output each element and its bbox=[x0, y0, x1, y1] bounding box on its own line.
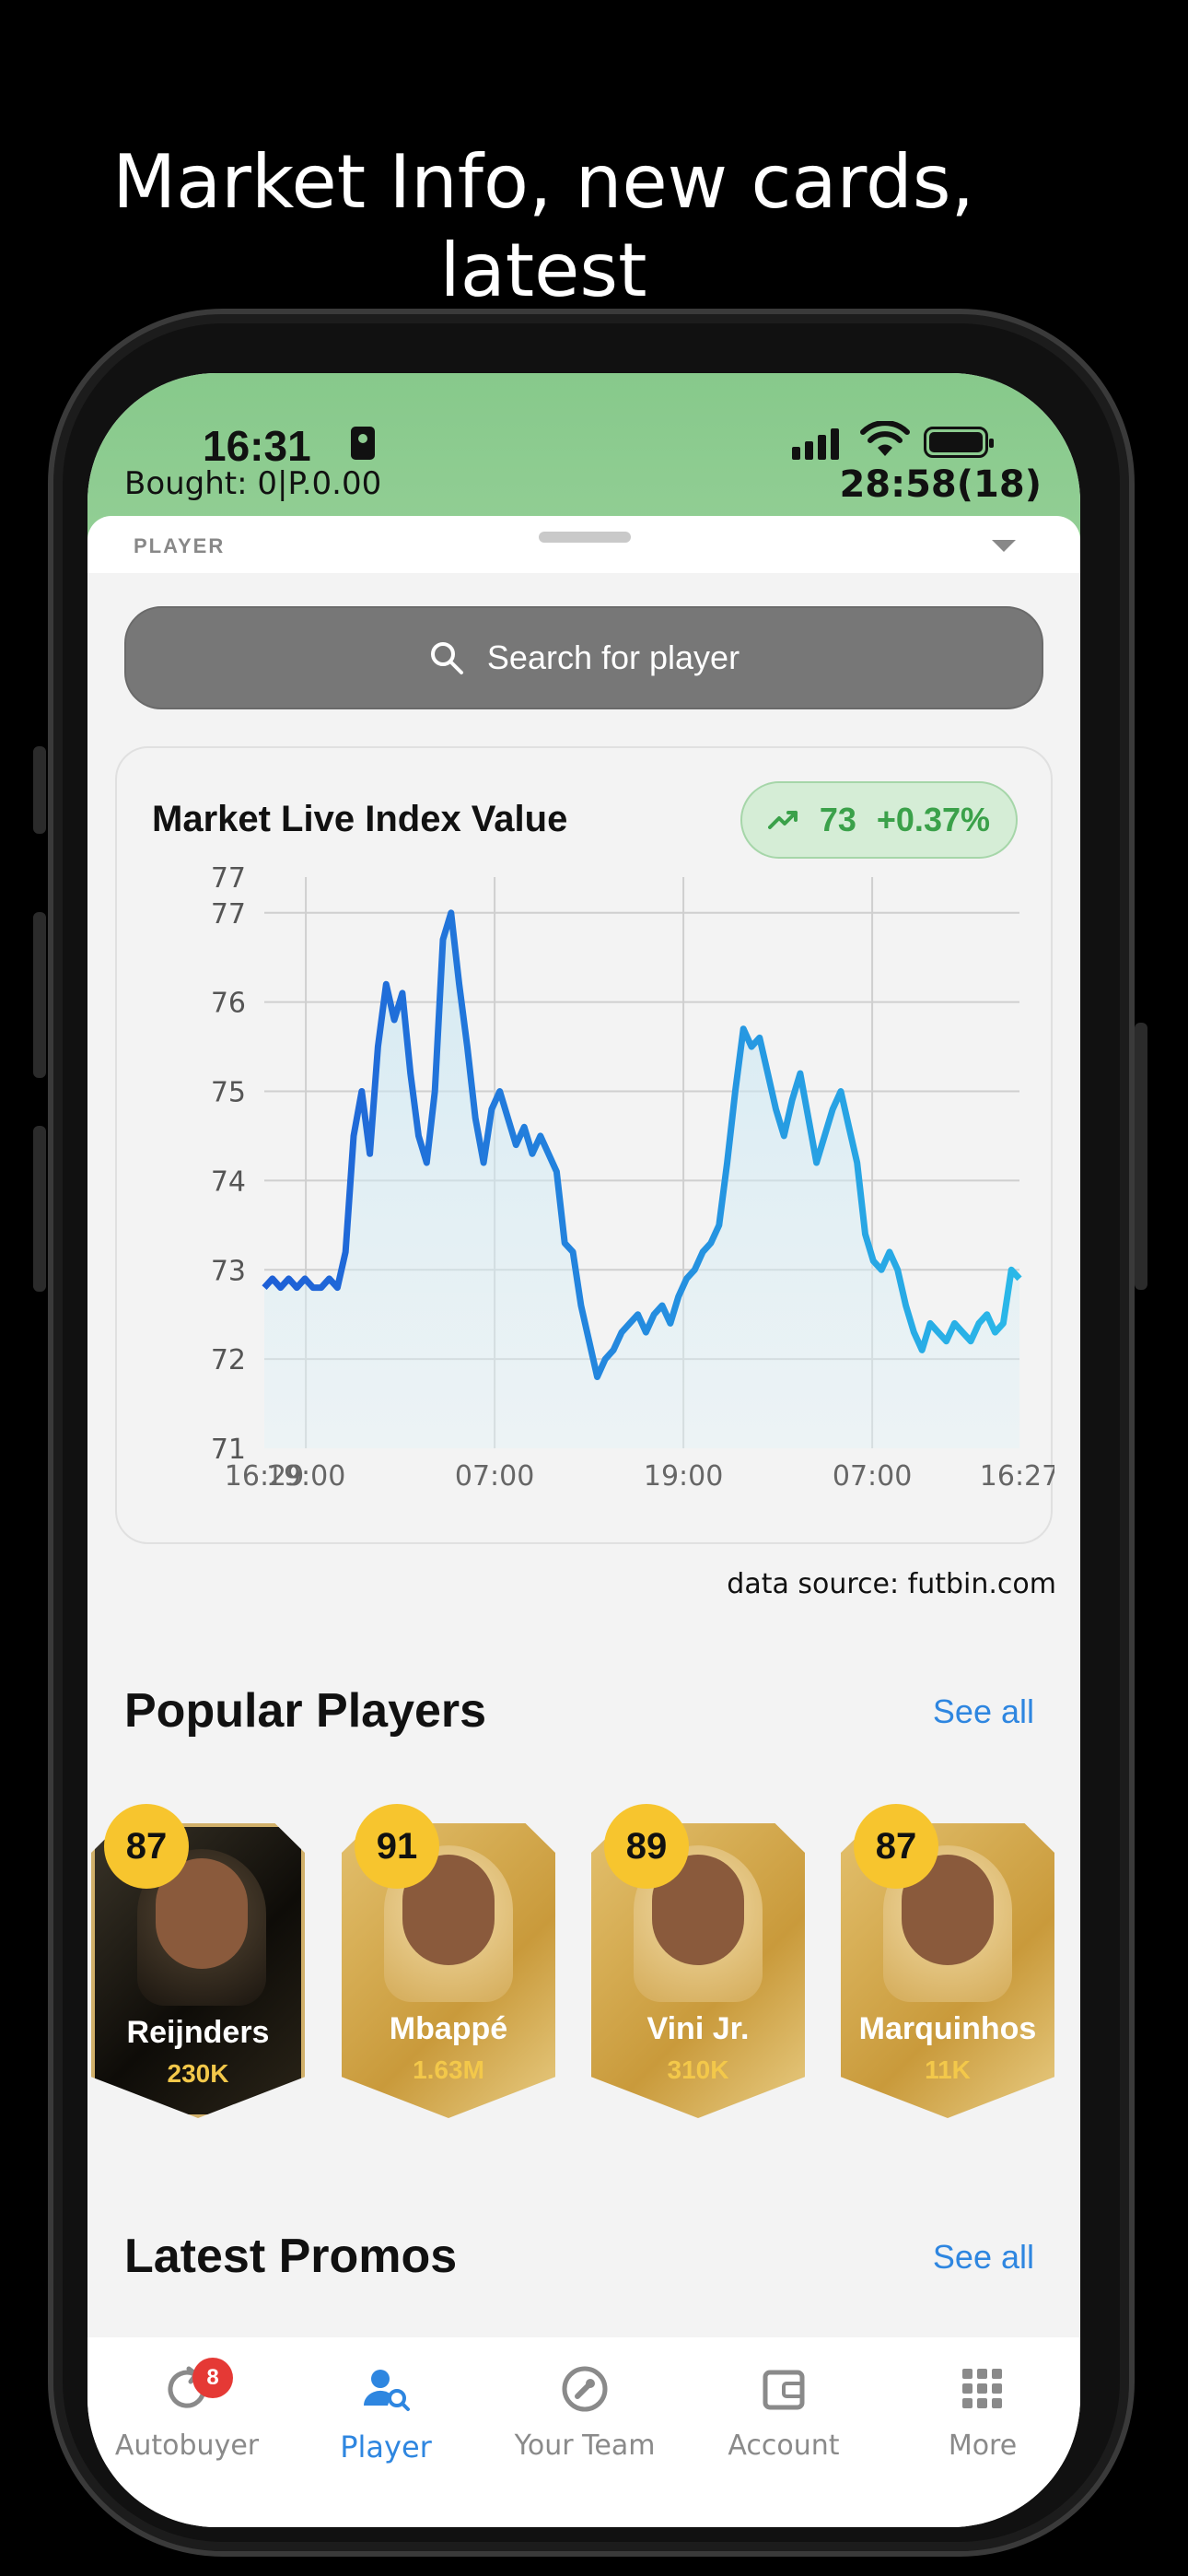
bought-status: Bought: 0|P.0.00 bbox=[124, 465, 382, 502]
tab-more[interactable]: More bbox=[883, 2361, 1080, 2462]
player-price: 1.63M bbox=[413, 2055, 484, 2084]
power-button bbox=[1135, 1023, 1147, 1290]
player-price: 230K bbox=[167, 2059, 229, 2088]
market-title: Market Live Index Value bbox=[152, 799, 568, 839]
y-tick-label: 75 bbox=[211, 1077, 246, 1109]
index-value: 73 bbox=[819, 801, 856, 838]
player-name: Mbappé bbox=[389, 2011, 508, 2046]
popular-see-all-link[interactable]: See all bbox=[933, 1692, 1034, 1731]
y-tick-label: 73 bbox=[211, 1255, 246, 1287]
popular-players-title: Popular Players bbox=[124, 1684, 487, 1738]
player-rating-badge: 89 bbox=[604, 1804, 689, 1889]
volume-down-button bbox=[33, 1126, 46, 1292]
x-tick-label: 16:27 bbox=[980, 1460, 1054, 1493]
y-tick-label: 74 bbox=[211, 1165, 246, 1198]
bottom-tab-bar: 8 Autobuyer Player Your Team Account Mor… bbox=[87, 2337, 1080, 2527]
volume-up-button bbox=[33, 912, 46, 1078]
latest-promos-title: Latest Promos bbox=[124, 2230, 458, 2283]
notification-badge: 8 bbox=[192, 2358, 233, 2398]
sheet-grabber-handle[interactable] bbox=[539, 532, 631, 543]
player-rating-badge: 87 bbox=[854, 1804, 938, 1889]
tab-player[interactable]: Player bbox=[286, 2361, 485, 2465]
player-price: 310K bbox=[667, 2055, 729, 2084]
x-tick-label: 19:00 bbox=[266, 1460, 345, 1493]
trending-up-icon bbox=[767, 811, 798, 829]
tab-autobuyer[interactable]: 8 Autobuyer bbox=[87, 2358, 286, 2462]
player-name: Reijnders bbox=[126, 2015, 270, 2050]
player-name: Marquinhos bbox=[858, 2011, 1037, 2046]
market-index-card: 77 77 76 75 74 73 72 71 16:29 19:00 07:00 19:00 07:0… bbox=[115, 746, 1054, 1544]
index-change: +0.37% bbox=[876, 801, 990, 838]
sheet-header[interactable]: PLAYER bbox=[87, 516, 1080, 573]
app-screen: 16:31 Bought: 0|P.0.00 28:58(18) PLAYER … bbox=[87, 373, 1080, 2527]
x-tick-label: 07:00 bbox=[455, 1460, 534, 1493]
grid-icon bbox=[955, 2361, 1010, 2417]
x-tick-label: 07:00 bbox=[833, 1460, 912, 1493]
search-icon bbox=[430, 642, 463, 674]
promos-see-all-link[interactable]: See all bbox=[933, 2238, 1034, 2277]
chevron-down-icon[interactable] bbox=[992, 540, 1016, 552]
tab-label: Autobuyer bbox=[114, 2430, 260, 2462]
wrench-icon bbox=[557, 2361, 612, 2417]
tab-account[interactable]: Account bbox=[684, 2361, 883, 2462]
search-placeholder: Search for player bbox=[486, 638, 740, 676]
y-tick-label: 76 bbox=[211, 988, 246, 1020]
market-index-chart: 777776757473727116:2919:00 07:00 19:00 07:0… bbox=[211, 862, 1054, 1493]
sheet-label: PLAYER bbox=[134, 534, 226, 557]
y-tick-label: 77 bbox=[211, 898, 246, 931]
user-search-icon bbox=[358, 2361, 413, 2417]
search-bar[interactable]: Search for player bbox=[124, 606, 1043, 709]
tab-label: Account bbox=[728, 2430, 840, 2462]
y-tick-label: 77 bbox=[211, 862, 246, 895]
player-name: Vini Jr. bbox=[646, 2011, 750, 2046]
contact-card-icon bbox=[351, 427, 375, 460]
battery-icon bbox=[924, 427, 994, 458]
wallet-icon bbox=[756, 2361, 811, 2417]
player-rating-badge: 87 bbox=[104, 1804, 189, 1889]
index-change-badge: 73 +0.37% bbox=[740, 781, 1018, 859]
action-button bbox=[33, 746, 46, 834]
x-tick-label: 19:00 bbox=[644, 1460, 723, 1493]
headline-line-1: Market Info, new cards, latest bbox=[112, 139, 974, 313]
tab-label: Your Team bbox=[514, 2430, 656, 2462]
clock: 16:31 bbox=[203, 422, 311, 470]
y-tick-label: 72 bbox=[211, 1344, 246, 1376]
session-timer: 28:58(18) bbox=[839, 463, 1042, 506]
tab-your-team[interactable]: Your Team bbox=[485, 2361, 684, 2462]
wifi-icon bbox=[860, 421, 910, 456]
data-source-note: data source: futbin.com bbox=[727, 1568, 1056, 1600]
tab-label: Player bbox=[340, 2430, 432, 2465]
player-price: 11K bbox=[925, 2055, 971, 2084]
tab-label: More bbox=[948, 2430, 1018, 2462]
cellular-signal-icon bbox=[792, 428, 839, 460]
player-rating-badge: 91 bbox=[355, 1804, 439, 1889]
